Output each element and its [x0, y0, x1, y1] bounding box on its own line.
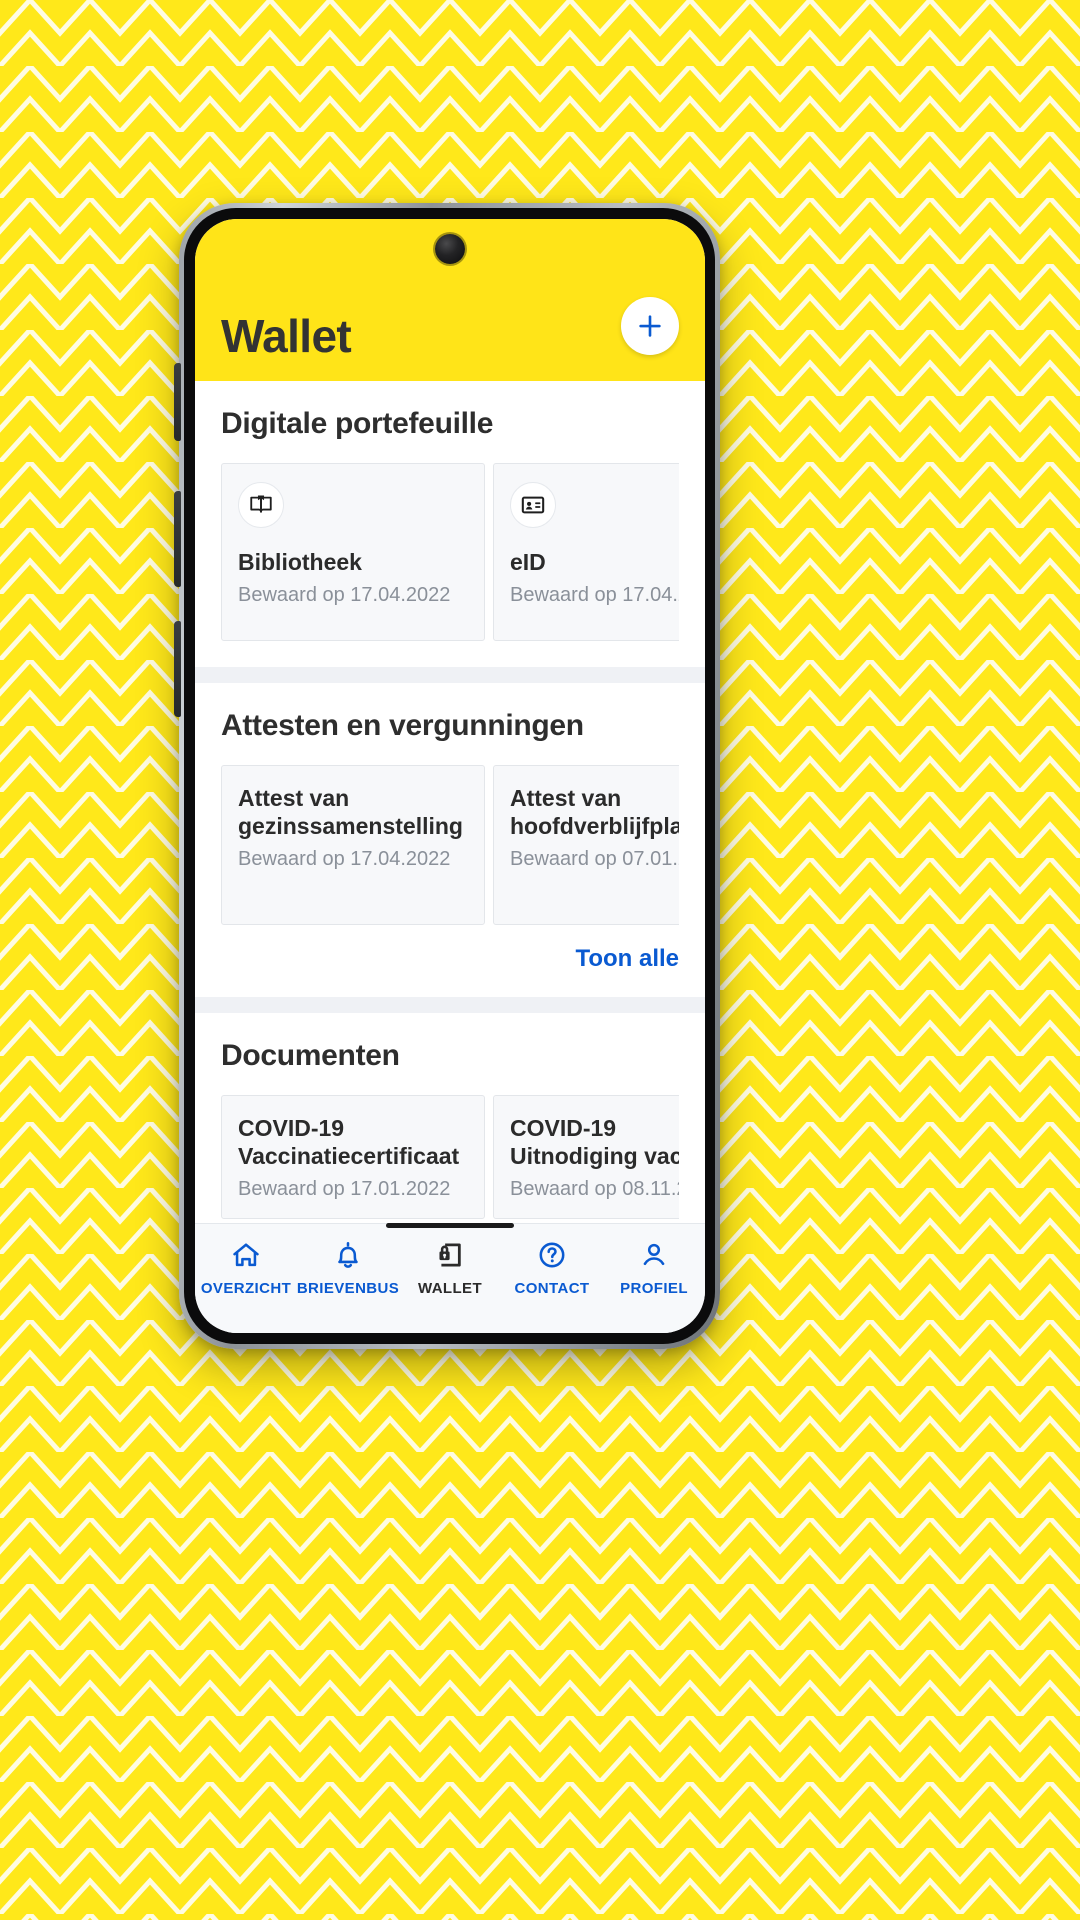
card-title: Attest van hoofdverblijfplaats [510, 785, 679, 840]
card-subtitle: Bewaard op 08.11.2021 [510, 1178, 679, 1201]
phone-side-button-volume-up[interactable] [174, 363, 181, 441]
card-icon-wrapper [238, 482, 284, 528]
card-title: Bibliotheek [238, 549, 362, 575]
wallet-icon [434, 1238, 466, 1272]
nav-label: CONTACT [514, 1280, 590, 1297]
section-bottom-gap [195, 641, 705, 667]
document-card-uitnodiging-vaccin[interactable]: COVID-19 Uitnodiging vaccin Bewaard op 0… [493, 1095, 679, 1219]
section-divider [195, 667, 705, 683]
book-icon [250, 495, 272, 513]
card-subtitle: Bewaard op 07.01.2022 [510, 848, 679, 871]
card-title: COVID-19 Uitnodiging vaccin [510, 1115, 679, 1170]
page-title: Wallet [221, 310, 352, 362]
phone-screen: Wallet Digitale portefeuille Bibliotheek… [195, 219, 705, 1333]
phone-device: Wallet Digitale portefeuille Bibliotheek… [174, 203, 720, 1349]
card-title: eID [510, 549, 546, 575]
card-subtitle: Bewaard op 17.04.2022 [238, 584, 451, 607]
card-icon-wrapper [510, 482, 556, 528]
person-icon [638, 1238, 670, 1272]
card-subtitle: Bewaard op 17.01.2022 [238, 1178, 451, 1201]
front-camera [434, 234, 465, 264]
card-row-documents[interactable]: COVID-19 Vaccinatiecertificaat Bewaard o… [221, 1095, 679, 1219]
nav-item-wallet[interactable]: WALLET [399, 1238, 501, 1297]
question-icon [536, 1238, 568, 1272]
nav-item-brievenbus[interactable]: BRIEVENBUS [297, 1238, 399, 1297]
content-scroll-area[interactable]: Digitale portefeuille Bibliotheek Bewaar… [195, 381, 705, 1223]
card-title: COVID-19 Vaccinatiecertificaat [238, 1115, 460, 1170]
nav-item-profiel[interactable]: PROFIEL [603, 1238, 705, 1297]
section-digital-wallet: Digitale portefeuille Bibliotheek Bewaar… [195, 381, 705, 641]
section-certificates: Attesten en vergunningen Attest van gezi… [195, 683, 705, 925]
bottom-navigation-bar: OVERZICHT BRIEVENBUS WALLET CONTACT PROF… [195, 1223, 705, 1333]
bell-icon [332, 1238, 364, 1272]
card-title: Attest van gezinssamenstelling [238, 785, 463, 840]
card-subtitle: Bewaard op 17.04.2022 [510, 584, 679, 607]
nav-item-contact[interactable]: CONTACT [501, 1238, 603, 1297]
section-divider [195, 997, 705, 1013]
phone-body: Wallet Digitale portefeuille Bibliotheek… [184, 208, 715, 1344]
plus-icon [639, 315, 661, 337]
show-all-row: Toon alle [195, 925, 705, 997]
document-card-vaccinatiecertificaat[interactable]: COVID-19 Vaccinatiecertificaat Bewaard o… [221, 1095, 485, 1219]
section-title: Digitale portefeuille [221, 407, 494, 440]
show-all-link[interactable]: Toon alle [575, 945, 679, 973]
phone-side-button-power[interactable] [174, 621, 181, 717]
nav-label: BRIEVENBUS [296, 1280, 400, 1297]
home-icon [230, 1238, 262, 1272]
nav-label: PROFIEL [620, 1280, 688, 1297]
active-tab-indicator [386, 1223, 514, 1228]
certificate-card-hoofdverblijfplaats[interactable]: Attest van hoofdverblijfplaats Bewaard o… [493, 765, 679, 925]
section-title: Documenten [221, 1039, 400, 1072]
section-documents: Documenten COVID-19 Vaccinatiecertificaa… [195, 1013, 705, 1219]
nav-label: OVERZICHT [200, 1280, 292, 1297]
phone-side-button-volume-down[interactable] [174, 491, 181, 587]
id-card-icon [521, 496, 545, 514]
nav-label: WALLET [417, 1280, 483, 1297]
nav-item-overzicht[interactable]: OVERZICHT [195, 1238, 297, 1297]
card-row-digital-wallet[interactable]: Bibliotheek Bewaard op 17.04.2022 eID Be… [221, 463, 679, 641]
card-row-certificates[interactable]: Attest van gezinssamenstelling Bewaard o… [221, 765, 679, 925]
certificate-card-gezinssamenstelling[interactable]: Attest van gezinssamenstelling Bewaard o… [221, 765, 485, 925]
card-subtitle: Bewaard op 17.04.2022 [238, 848, 451, 871]
add-button[interactable] [621, 297, 679, 355]
section-title: Attesten en vergunningen [221, 709, 584, 742]
wallet-card-eid[interactable]: eID Bewaard op 17.04.2022 [493, 463, 679, 641]
wallet-card-bibliotheek[interactable]: Bibliotheek Bewaard op 17.04.2022 [221, 463, 485, 641]
